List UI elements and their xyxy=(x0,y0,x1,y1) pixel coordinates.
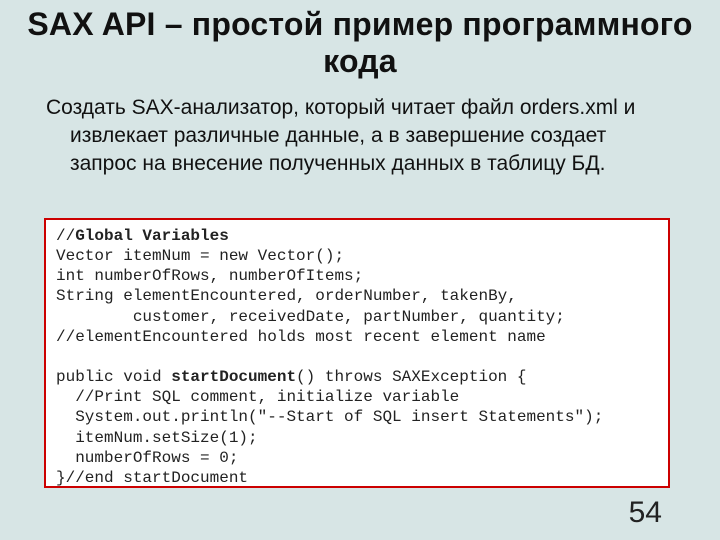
code-l8a: public void xyxy=(56,368,171,386)
code-l13: }//end startDocument xyxy=(56,469,248,487)
code-l10: System.out.println("--Start of SQL inser… xyxy=(56,408,603,426)
code-l1b: Global Variables xyxy=(75,227,229,245)
code-l8c: () throws SAXException { xyxy=(296,368,526,386)
code-l1a: // xyxy=(56,227,75,245)
code-l4: String elementEncountered, orderNumber, … xyxy=(56,287,517,305)
slide: SAX API – простой пример программного ко… xyxy=(0,0,720,540)
code-l8b: startDocument xyxy=(171,368,296,386)
desc-line-3: запрос на внесение полученных данных в т… xyxy=(46,150,674,178)
code-l2: Vector itemNum = new Vector(); xyxy=(56,247,344,265)
desc-line-1: Создать SAX-анализатор, который читает ф… xyxy=(46,96,635,119)
code-snippet: //Global Variables Vector itemNum = new … xyxy=(44,218,670,488)
code-l11: itemNum.setSize(1); xyxy=(56,429,258,447)
slide-description: Создать SAX-анализатор, который читает ф… xyxy=(0,80,720,179)
desc-line-2: извлекает различные данные, а в завершен… xyxy=(46,122,674,150)
code-l9: //Print SQL comment, initialize variable xyxy=(56,388,459,406)
code-l12: numberOfRows = 0; xyxy=(56,449,238,467)
slide-title: SAX API – простой пример программного ко… xyxy=(0,0,720,80)
page-number: 54 xyxy=(629,496,662,530)
code-l3: int numberOfRows, numberOfItems; xyxy=(56,267,363,285)
code-l5: customer, receivedDate, partNumber, quan… xyxy=(56,308,565,326)
code-l6: //elementEncountered holds most recent e… xyxy=(56,328,546,346)
